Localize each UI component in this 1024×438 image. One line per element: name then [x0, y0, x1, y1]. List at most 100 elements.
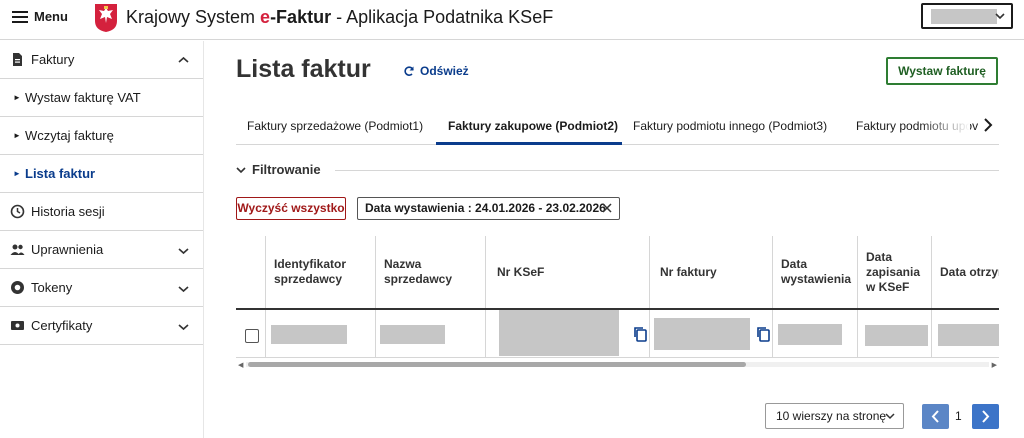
tab-other-entity-invoices[interactable]: Faktury podmiotu innego (Podmiot3) [633, 119, 827, 133]
bullet-icon: ► [13, 93, 21, 102]
date-filter-chip: Data wystawienia : 24.01.2026 - 23.02.20… [357, 197, 620, 220]
tab-purchase-invoices[interactable]: Faktury zakupowe (Podmiot2) [448, 119, 618, 133]
scroll-right-arrow-icon[interactable]: ▶ [992, 361, 997, 369]
header-received-date[interactable]: Data otrzymania [932, 236, 999, 308]
cell-received-date [932, 310, 999, 357]
redacted-value [654, 318, 750, 350]
tab-sales-invoices[interactable]: Faktury sprzedażowe (Podmiot1) [247, 119, 423, 133]
scrollbar-thumb[interactable] [248, 362, 746, 367]
chevron-right-icon [982, 410, 990, 423]
tab-overflow-fade [920, 110, 970, 143]
chevron-up-icon [178, 56, 189, 63]
token-icon [11, 281, 24, 294]
sidebar-item-label: Wystaw fakturę VAT [25, 90, 141, 105]
app-title-prefix: Krajowy System [126, 7, 261, 27]
bullet-icon: ► [13, 131, 21, 140]
sidebar-item-label: Tokeny [31, 280, 73, 295]
sidebar-item-label: Faktury [31, 52, 75, 67]
polish-eagle-logo-icon [95, 4, 117, 32]
cell-ksef-number [486, 310, 650, 357]
chevron-right-icon[interactable] [982, 118, 994, 132]
refresh-icon [404, 66, 414, 76]
previous-page-button[interactable] [922, 404, 949, 429]
cell-seller-name [376, 310, 486, 357]
sidebar-item-certyfikaty[interactable]: Certyfikaty [0, 307, 203, 345]
chevron-down-icon [885, 413, 895, 420]
active-tab-indicator [436, 142, 622, 145]
menu-button[interactable]: Menu [12, 9, 68, 24]
cell-ksef-save-date [858, 310, 932, 357]
chevron-down-icon [178, 286, 189, 293]
sidebar-item-wczytaj-fakture[interactable]: ► Wczytaj fakturę [0, 117, 203, 155]
table-row[interactable] [236, 310, 999, 358]
header-seller-id[interactable]: Identyfikator sprzedawcy [266, 236, 376, 308]
redacted-value [865, 325, 928, 346]
sidebar-item-label: Wczytaj fakturę [25, 128, 114, 143]
invoice-table: Identyfikator sprzedawcy Nazwa sprzedawc… [236, 236, 999, 360]
page-title: Lista faktur [236, 55, 371, 83]
menu-label: Menu [34, 9, 68, 24]
certificate-icon [11, 321, 24, 330]
row-select-cell [236, 310, 266, 357]
filter-divider [335, 170, 999, 171]
close-icon[interactable] [602, 203, 612, 213]
header-invoice-number[interactable]: Nr faktury [650, 236, 773, 308]
clear-all-filters-button[interactable]: Wyczyść wszystko [236, 197, 346, 220]
sidebar-item-uprawnienia[interactable]: Uprawnienia [0, 231, 203, 269]
redacted-context-value [931, 9, 997, 24]
next-page-button[interactable] [972, 404, 999, 429]
app-title: Krajowy System e-Faktur - Aplikacja Poda… [126, 7, 553, 28]
cell-issue-date [773, 310, 858, 357]
copy-icon[interactable] [633, 326, 647, 342]
filter-label: Filtrowanie [252, 162, 321, 177]
filter-toggle[interactable]: Filtrowanie [236, 162, 321, 177]
app-title-suffix: - Aplikacja Podatnika KSeF [331, 7, 554, 27]
context-select[interactable] [921, 3, 1013, 29]
tab-bar: Faktury sprzedażowe (Podmiot1) Faktury z… [236, 110, 999, 145]
redacted-value [778, 324, 842, 345]
chevron-left-icon [931, 410, 939, 423]
chevron-down-icon [178, 324, 189, 331]
cell-seller-id [266, 310, 376, 357]
sidebar-item-label: Lista faktur [25, 166, 96, 181]
users-icon [10, 244, 25, 255]
sidebar-item-faktury[interactable]: Faktury [0, 41, 203, 79]
chevron-down-icon [178, 248, 189, 255]
redacted-value [271, 325, 347, 344]
redacted-value [499, 310, 619, 356]
header-issue-date[interactable]: Data wystawienia [773, 236, 858, 308]
clock-icon [10, 204, 25, 219]
table-header-row: Identyfikator sprzedawcy Nazwa sprzedawc… [236, 236, 999, 310]
app-title-e: e [260, 7, 271, 27]
header-ksef-number[interactable]: Nr KSeF [486, 236, 650, 308]
issue-invoice-button[interactable]: Wystaw fakturę [886, 57, 998, 85]
table-horizontal-scrollbar[interactable]: ◀ ▶ [236, 360, 999, 369]
bullet-icon: ► [13, 169, 21, 178]
sidebar: Faktury ► Wystaw fakturę VAT ► Wczytaj f… [0, 41, 204, 438]
hamburger-icon [12, 10, 28, 23]
row-checkbox[interactable] [245, 329, 259, 343]
header-seller-name[interactable]: Nazwa sprzedawcy [376, 236, 486, 308]
redacted-value [380, 325, 445, 344]
sidebar-item-wystaw-fakture-vat[interactable]: ► Wystaw fakturę VAT [0, 79, 203, 117]
sidebar-item-lista-faktur[interactable]: ► Lista faktur [0, 155, 203, 193]
header-ksef-save-date[interactable]: Data zapisania w KSeF [858, 236, 932, 308]
sidebar-item-historia-sesji[interactable]: Historia sesji [0, 193, 203, 231]
chevron-down-icon [995, 13, 1005, 20]
rows-per-page-select[interactable]: 10 wierszy na stronę [765, 403, 904, 429]
copy-icon[interactable] [756, 326, 770, 342]
refresh-button[interactable]: Odśwież [403, 64, 469, 78]
sidebar-item-label: Certyfikaty [31, 318, 93, 333]
sidebar-item-tokeny[interactable]: Tokeny [0, 269, 203, 307]
document-icon [13, 53, 22, 66]
redacted-value [938, 324, 999, 346]
date-filter-chip-label: Data wystawienia : 24.01.2026 - 23.02.20… [365, 201, 606, 215]
chevron-down-icon [236, 166, 246, 173]
cell-invoice-number [650, 310, 773, 357]
scroll-left-arrow-icon[interactable]: ◀ [238, 361, 243, 369]
refresh-label: Odśwież [420, 64, 469, 78]
header-select-cell [236, 236, 266, 308]
app-title-faktur: -Faktur [270, 7, 332, 27]
rows-per-page-value: 10 wierszy na stronę [776, 409, 887, 423]
top-header: Menu Krajowy System e-Faktur - Aplikacja… [0, 0, 1024, 40]
